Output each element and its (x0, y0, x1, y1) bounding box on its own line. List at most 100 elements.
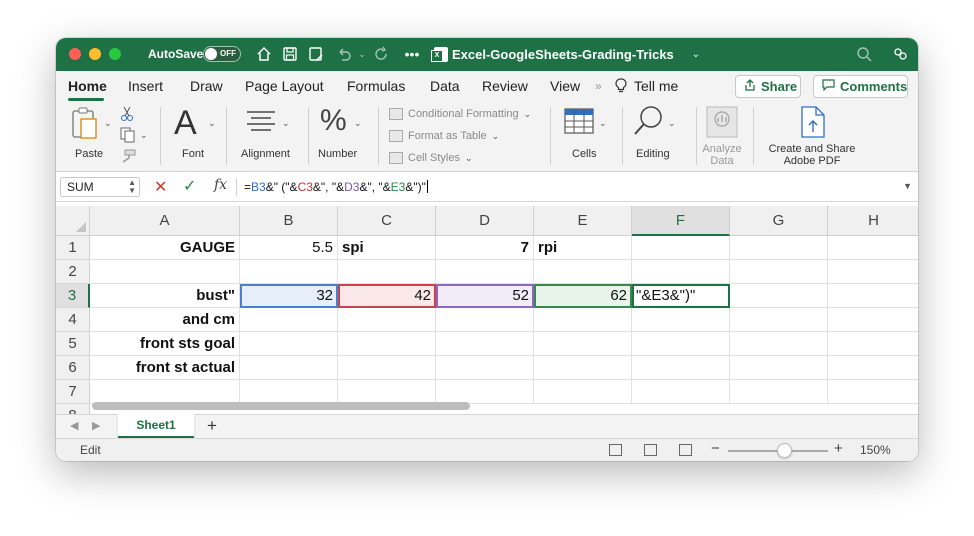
redo-icon[interactable] (372, 44, 392, 64)
zoom-slider-handle[interactable] (777, 443, 792, 458)
tab-formulas[interactable]: Formulas (347, 78, 405, 94)
cell-g1[interactable] (730, 236, 828, 260)
font-chevron-icon[interactable]: ⌄ (208, 118, 216, 129)
cell-g4[interactable] (730, 308, 828, 332)
paste-icon[interactable] (70, 106, 100, 145)
cell-b5[interactable] (240, 332, 338, 356)
paste-chevron-icon[interactable]: ⌄ (104, 118, 112, 129)
title-chevron-down-icon[interactable]: ⌄ (686, 44, 706, 64)
cell-e7[interactable] (534, 380, 632, 404)
cell-f6[interactable] (632, 356, 730, 380)
column-header-a[interactable]: A (90, 206, 240, 236)
confirm-formula-icon[interactable]: ✓ (183, 176, 196, 196)
minimize-window-button[interactable] (89, 48, 101, 60)
tab-home[interactable]: Home (68, 78, 107, 94)
search-icon[interactable] (854, 44, 874, 64)
comments-button[interactable]: Comments (813, 75, 908, 98)
cell-e4[interactable] (534, 308, 632, 332)
cell-h7[interactable] (828, 380, 918, 404)
cell-b7[interactable] (240, 380, 338, 404)
cell-f2[interactable] (632, 260, 730, 284)
row-header-3[interactable]: 3 (56, 284, 90, 308)
account-icon[interactable] (890, 44, 910, 64)
column-header-f[interactable]: F (632, 206, 730, 236)
conditional-formatting-button[interactable]: Conditional Formatting ⌄ (389, 108, 531, 120)
cell-e3[interactable]: 62 (534, 284, 632, 308)
editing-chevron-icon[interactable]: ⌄ (668, 118, 676, 129)
tab-draw[interactable]: Draw (190, 78, 223, 94)
tab-insert[interactable]: Insert (128, 78, 163, 94)
column-header-e[interactable]: E (534, 206, 632, 236)
cell-d4[interactable] (436, 308, 534, 332)
cell-g6[interactable] (730, 356, 828, 380)
document-title[interactable]: Excel-GoogleSheets-Grading-Tricks (452, 47, 674, 62)
page-break-view-icon[interactable] (679, 444, 692, 456)
row-header-7[interactable]: 7 (56, 380, 90, 404)
worksheet-grid[interactable]: A B C D E F G H 1 2 3 4 5 6 7 8 GAUGE 5.… (56, 206, 918, 414)
undo-icon[interactable] (334, 44, 354, 64)
cells-chevron-icon[interactable]: ⌄ (599, 118, 607, 129)
cell-e1[interactable]: rpi (534, 236, 632, 260)
cut-icon[interactable] (120, 106, 134, 127)
cell-h2[interactable] (828, 260, 918, 284)
number-chevron-icon[interactable]: ⌄ (354, 118, 362, 129)
cell-b2[interactable] (240, 260, 338, 284)
horizontal-scrollbar[interactable] (92, 402, 470, 410)
cell-c1[interactable]: spi (338, 236, 436, 260)
share-button[interactable]: Share (735, 75, 801, 98)
row-header-4[interactable]: 4 (56, 308, 90, 332)
normal-view-icon[interactable] (609, 444, 622, 456)
cell-h6[interactable] (828, 356, 918, 380)
cell-f7[interactable] (632, 380, 730, 404)
zoom-out-icon[interactable]: − (711, 440, 720, 457)
cell-c4[interactable] (338, 308, 436, 332)
cell-f4[interactable] (632, 308, 730, 332)
name-box-stepper-icon[interactable]: ▲ ▼ (128, 179, 136, 195)
column-header-h[interactable]: H (828, 206, 918, 236)
alignment-icon[interactable] (246, 110, 276, 139)
insert-function-icon[interactable]: fx (214, 177, 227, 193)
save-as-icon[interactable] (306, 44, 326, 64)
cell-c3[interactable]: 42 (338, 284, 436, 308)
format-painter-icon[interactable] (120, 149, 136, 168)
expand-formula-bar-icon[interactable]: ▼ (903, 181, 912, 191)
cell-d6[interactable] (436, 356, 534, 380)
cell-f3-active[interactable]: "&E3&")" (632, 284, 730, 308)
cancel-formula-icon[interactable]: ✕ (154, 177, 167, 197)
cell-c6[interactable] (338, 356, 436, 380)
cell-a5[interactable]: front sts goal (90, 332, 240, 356)
prev-sheet-icon[interactable]: ◀ (70, 419, 78, 432)
format-as-table-button[interactable]: Format as Table ⌄ (389, 130, 499, 142)
more-icon[interactable]: ••• (402, 44, 422, 64)
cell-d5[interactable] (436, 332, 534, 356)
column-header-d[interactable]: D (436, 206, 534, 236)
adobe-pdf-icon[interactable] (800, 106, 826, 143)
cell-g2[interactable] (730, 260, 828, 284)
cell-h5[interactable] (828, 332, 918, 356)
zoom-level[interactable]: 150% (860, 443, 891, 457)
cell-a1[interactable]: GAUGE (90, 236, 240, 260)
cell-f5[interactable] (632, 332, 730, 356)
copy-chevron-icon[interactable]: ⌄ (140, 130, 148, 141)
font-icon[interactable]: A (174, 104, 197, 143)
save-icon[interactable] (280, 44, 300, 64)
name-box[interactable]: SUM ▲ ▼ (60, 177, 140, 197)
next-sheet-icon[interactable]: ▶ (92, 419, 100, 432)
sheet-tab-sheet1[interactable]: Sheet1 (118, 414, 194, 438)
cell-g7[interactable] (730, 380, 828, 404)
cell-d2[interactable] (436, 260, 534, 284)
cell-d1[interactable]: 7 (436, 236, 534, 260)
column-header-c[interactable]: C (338, 206, 436, 236)
magnifier-icon[interactable] (633, 105, 665, 142)
cell-a6[interactable]: front st actual (90, 356, 240, 380)
row-header-1[interactable]: 1 (56, 236, 90, 260)
cell-c5[interactable] (338, 332, 436, 356)
cell-a2[interactable] (90, 260, 240, 284)
cell-b6[interactable] (240, 356, 338, 380)
cell-h1[interactable] (828, 236, 918, 260)
tab-page-layout[interactable]: Page Layout (245, 78, 324, 94)
home-icon[interactable] (254, 44, 274, 64)
select-all-button[interactable] (56, 206, 90, 236)
zoom-window-button[interactable] (109, 48, 121, 60)
cell-c7[interactable] (338, 380, 436, 404)
